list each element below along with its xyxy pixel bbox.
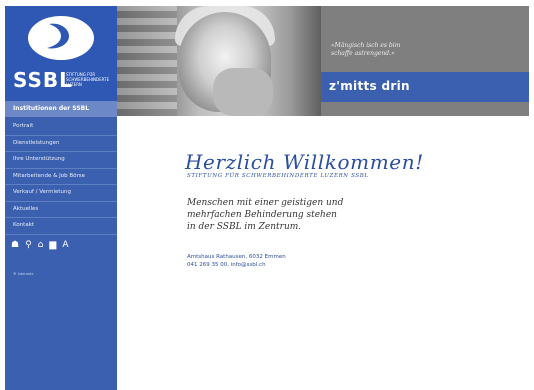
- logo[interactable]: SSBL STIFTUNG FÜR SCHWERBEHINDERTE LUZER…: [5, 6, 117, 101]
- sidebar-nav: Portrait Dienstleistungen Ihre Unterstüt…: [5, 119, 117, 235]
- sidebar-item-verkauf[interactable]: Verkauf / Vermietung: [5, 185, 117, 202]
- search-icon[interactable]: ⚲: [25, 239, 32, 251]
- header-tagline-panel: z'mitts drin: [321, 72, 529, 102]
- brand-subtitle: STIFTUNG FÜR SCHWERBEHINDERTE LUZERN: [66, 72, 112, 87]
- home-icon[interactable]: ⌂: [38, 239, 44, 251]
- sidebar-item-label: Portrait: [13, 123, 34, 129]
- photo-blinds: [117, 6, 177, 116]
- header-quote-line: schaffe astrengend.»: [331, 50, 395, 57]
- tool-icon-bar: ☗ ⚲ ⌂ ▆ A: [11, 238, 111, 252]
- sidebar-item-kontakt[interactable]: Kontakt: [5, 218, 117, 235]
- intro-line: Menschen mit einer geistigen und: [187, 198, 344, 208]
- sidebar-item-label: Mitarbeitende & Job Börse: [13, 172, 86, 179]
- intro-line: in der SSBL im Zentrum.: [187, 222, 302, 232]
- nav-heading-label: Institutionen der SSBL: [13, 105, 90, 112]
- page-subtitle: STIFTUNG FÜR SCHWERBEHINDERTE LUZERN SSB…: [187, 173, 369, 179]
- sidebar: SSBL STIFTUNG FÜR SCHWERBEHINDERTE LUZER…: [5, 6, 117, 390]
- address-line: Amtshaus Rathausen, 6032 Emmen: [187, 254, 286, 260]
- sidebar-item-portrait[interactable]: Portrait: [5, 119, 117, 136]
- sidebar-item-unterstuetzung[interactable]: Ihre Unterstützung: [5, 152, 117, 169]
- page: SSBL STIFTUNG FÜR SCHWERBEHINDERTE LUZER…: [5, 6, 529, 390]
- font-size-icon[interactable]: A: [62, 239, 68, 251]
- sidebar-item-dienstleistungen[interactable]: Dienstleistungen: [5, 136, 117, 152]
- logo-mark-icon: [28, 16, 94, 60]
- photo-hand: [213, 68, 273, 116]
- sitemap-icon[interactable]: ☗: [11, 239, 19, 251]
- sidebar-item-label: Kontakt: [13, 222, 35, 228]
- sidebar-item-label: Ihre Unterstützung: [13, 156, 65, 162]
- header-quote-line: «Mängisch isch es bim: [331, 42, 401, 49]
- page-title: Herzlich Willkommen!: [185, 150, 424, 174]
- main-content: Herzlich Willkommen! STIFTUNG FÜR SCHWER…: [117, 116, 529, 390]
- sidebar-item-label: Verkauf / Vermietung: [13, 189, 71, 195]
- print-icon[interactable]: ▆: [49, 239, 56, 251]
- intro-text: Menschen mit einer geistigen und mehrfac…: [187, 197, 407, 233]
- intro-line: mehrfachen Behinderung stehen: [187, 210, 337, 220]
- brand-name: SSBL: [13, 68, 73, 92]
- sidebar-item-label: Aktuelles: [13, 205, 39, 212]
- contact-address: Amtshaus Rathausen, 6032 Emmen 041 269 3…: [187, 253, 286, 269]
- sidebar-item-label: Dienstleistungen: [13, 139, 60, 146]
- brand-subtitle-line: LUZERN: [66, 82, 82, 87]
- contact-line[interactable]: 041 269 35 00, info@ssbl.ch: [187, 261, 286, 269]
- header-bottom-strip: [321, 102, 529, 116]
- nav-heading-institutionen[interactable]: Institutionen der SSBL: [5, 101, 117, 117]
- sidebar-footnote[interactable]: ® Internetz: [13, 272, 33, 276]
- header-quote: «Mängisch isch es bim schaffe astrengend…: [331, 42, 400, 58]
- header-tagline: z'mitts drin: [329, 79, 410, 93]
- sidebar-item-mitarbeitende[interactable]: Mitarbeitende & Job Börse: [5, 169, 117, 185]
- header-photo: [117, 6, 321, 116]
- header-quote-panel: «Mängisch isch es bim schaffe astrengend…: [321, 6, 529, 72]
- sidebar-item-aktuelles[interactable]: Aktuelles: [5, 202, 117, 218]
